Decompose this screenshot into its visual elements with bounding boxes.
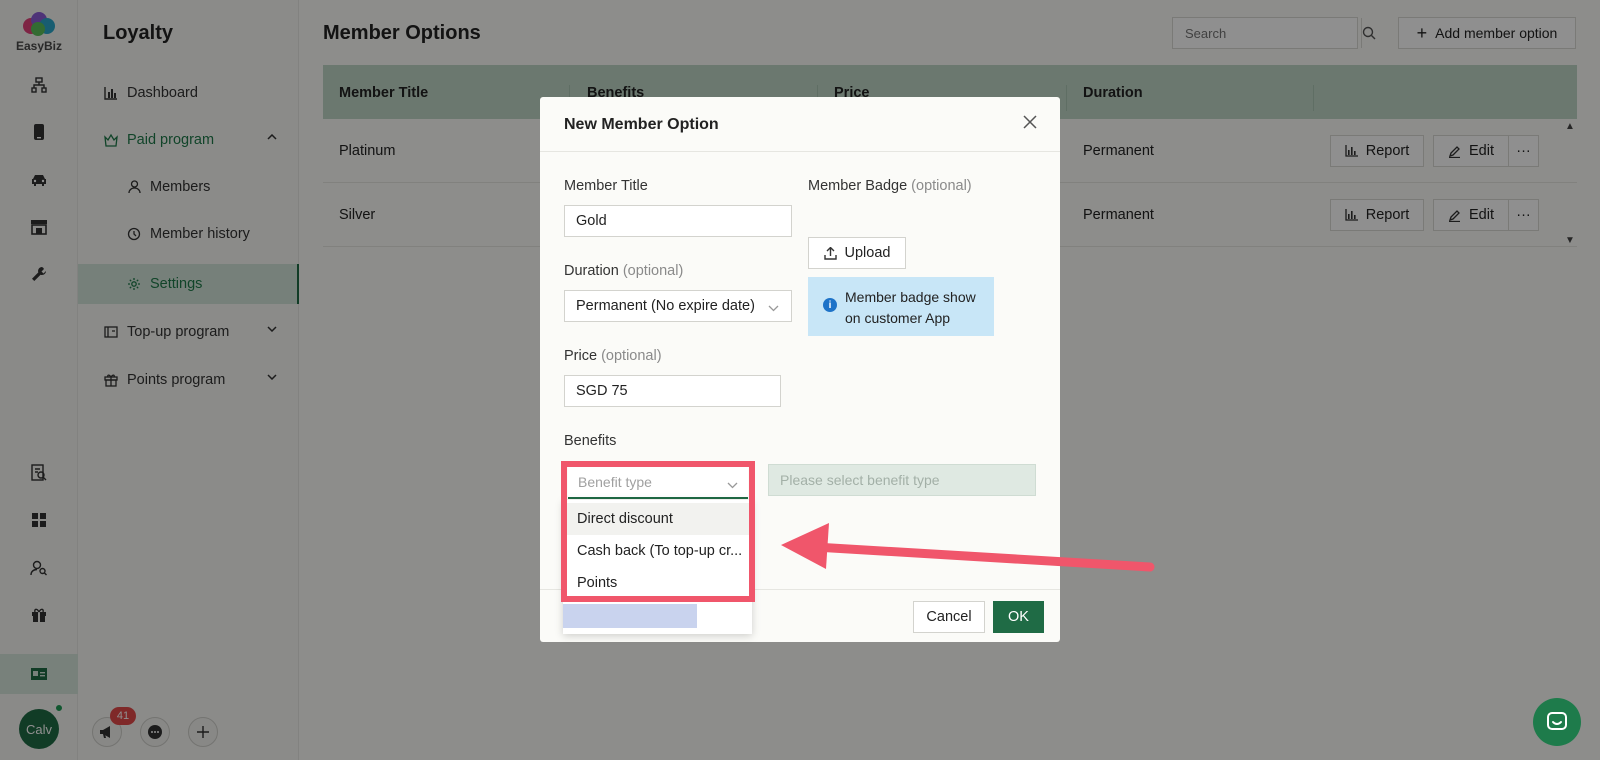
chat-icon xyxy=(1547,712,1567,730)
annotation-arrow-icon xyxy=(781,523,1155,572)
support-chat-button[interactable] xyxy=(1533,698,1581,746)
